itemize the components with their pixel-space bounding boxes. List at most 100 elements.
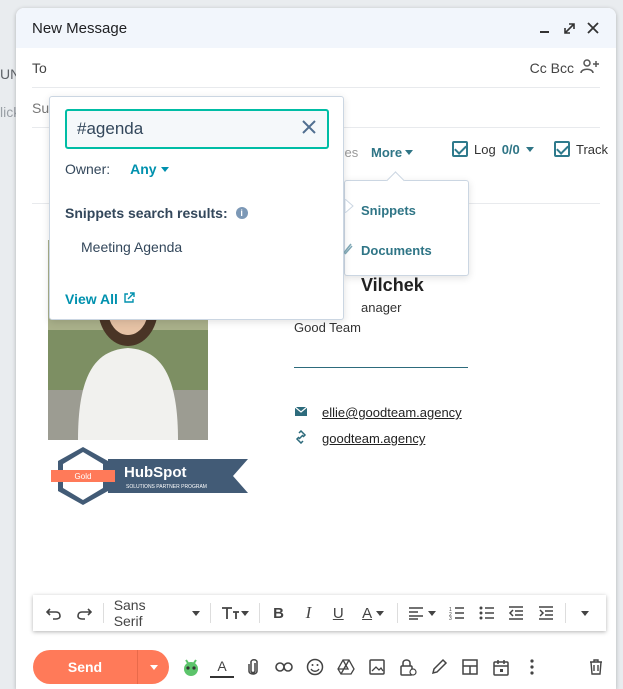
svg-text:3: 3 [449,616,452,620]
send-options-button[interactable] [137,650,169,684]
redo-icon[interactable] [69,598,99,628]
owner-value: Any [130,161,157,177]
insert-photo-icon[interactable] [365,655,389,679]
bold-button[interactable]: B [264,598,294,628]
mail-icon [294,405,308,420]
signature-name: Vilchek [361,275,424,295]
log-count[interactable]: 0/0 [502,142,520,157]
underline-button[interactable]: U [323,598,353,628]
toolbar-divider [396,603,398,623]
font-family-value: Sans Serif [113,597,146,629]
log-label: Log [474,141,496,157]
chevron-down-icon [525,146,534,152]
hubspot-sprocket-icon[interactable] [179,655,203,679]
more-options-icon[interactable] [520,655,544,679]
compose-bottom-bar: Send A [33,649,608,685]
log-checkbox[interactable]: Log 0/0 [452,141,534,157]
compose-titlebar: New Message [16,8,616,48]
layout-icon[interactable] [458,655,482,679]
owner-dropdown[interactable]: Any [130,161,169,177]
schedule-icon[interactable] [489,655,513,679]
indent-more-icon[interactable] [531,598,561,628]
track-checkbox[interactable]: Track [554,141,608,157]
chevron-down-icon [191,610,200,616]
snippet-search-value[interactable]: #agenda [77,119,143,139]
toolbar-divider [565,603,567,623]
close-icon[interactable] [586,21,600,35]
checkbox-checked-icon [452,141,468,157]
toolbar-divider [258,603,260,623]
insert-link-icon[interactable] [272,655,296,679]
align-left-icon [408,607,423,620]
font-family-select[interactable]: Sans Serif [108,597,206,629]
signature-website[interactable]: goodteam.agency [294,429,425,447]
to-row[interactable]: To Cc Bcc [32,48,600,88]
signature-role: anager [361,300,402,315]
emoji-icon[interactable] [303,655,327,679]
cc-bcc-link[interactable]: Cc Bcc [530,60,574,76]
confidential-mode-icon[interactable] [396,655,420,679]
view-all-link[interactable]: View All [65,291,135,307]
toolbar-divider [102,603,104,623]
more-menu: Snippets Documents [341,180,469,276]
window-controls [538,21,600,35]
italic-button[interactable]: I [293,598,323,628]
text-color-icon: A [362,604,373,622]
formatting-toolbar: Sans Serif B I U A 123 [33,595,606,631]
bulleted-list-icon[interactable] [472,598,502,628]
more-formatting-icon[interactable] [570,598,600,628]
owner-label: Owner: [65,161,111,177]
hubspot-partner-badge: Gold HubSpot SOLUTIONS PARTNER PROGRAM [48,445,248,507]
snippet-result-item[interactable]: Meeting Agenda [81,239,182,255]
subject-label: Su [32,99,50,116]
attach-icon[interactable] [241,655,265,679]
text-color-select[interactable]: A [353,598,393,628]
signature-email[interactable]: ellie@goodteam.agency [294,405,462,420]
formatting-options-icon[interactable]: A [210,656,234,678]
owner-filter: Owner: Any [65,161,169,177]
chevron-down-icon [149,664,158,670]
chevron-down-icon [427,610,436,616]
to-label: To [32,59,47,76]
minimize-icon[interactable] [538,21,552,35]
more-dropdown[interactable]: More [371,145,414,160]
chevron-down-icon [160,166,169,172]
snippet-search-input[interactable]: #agenda [65,109,329,149]
signature-team: Good Team [294,320,361,335]
website-link[interactable]: goodteam.agency [322,431,425,446]
results-heading: Snippets search results: i [65,205,248,221]
signature-divider [294,367,468,368]
indent-less-icon[interactable] [501,598,531,628]
chevron-down-icon [581,610,590,616]
menu-item-snippets[interactable]: Snippets [361,203,416,218]
drive-icon[interactable] [334,655,358,679]
badge-tier-text: Gold [75,472,92,481]
expand-icon[interactable] [562,21,576,35]
snippets-popover: #agenda Owner: Any Snippets search resul… [49,96,344,320]
track-label: Track [576,141,609,157]
chevron-down-icon [376,610,385,616]
clear-search-icon[interactable] [301,119,317,140]
menu-item-label: Documents [361,243,432,258]
badge-program-text: SOLUTIONS PARTNER PROGRAM [126,484,207,490]
signature-pen-icon[interactable] [427,655,451,679]
menu-item-label: Snippets [361,203,416,218]
menu-item-documents[interactable]: Documents [341,242,432,259]
more-label: More [371,145,403,160]
align-select[interactable] [402,598,442,628]
link-icon [294,429,308,447]
add-recipient-icon[interactable] [580,58,600,77]
chevron-down-icon [405,150,414,155]
discard-draft-icon[interactable] [584,655,608,679]
email-link[interactable]: ellie@goodteam.agency [322,405,462,420]
badge-brand-text: HubSpot [124,464,186,481]
menu-pointer-icon [345,199,354,213]
send-button[interactable]: Send [33,650,137,684]
font-size-select[interactable] [215,598,255,628]
undo-icon[interactable] [39,598,69,628]
numbered-list-icon[interactable]: 123 [442,598,472,628]
view-all-label: View All [65,291,118,307]
cc-bcc-controls[interactable]: Cc Bcc [530,58,600,77]
info-icon[interactable]: i [235,207,248,219]
checkbox-checked-icon [554,141,570,157]
